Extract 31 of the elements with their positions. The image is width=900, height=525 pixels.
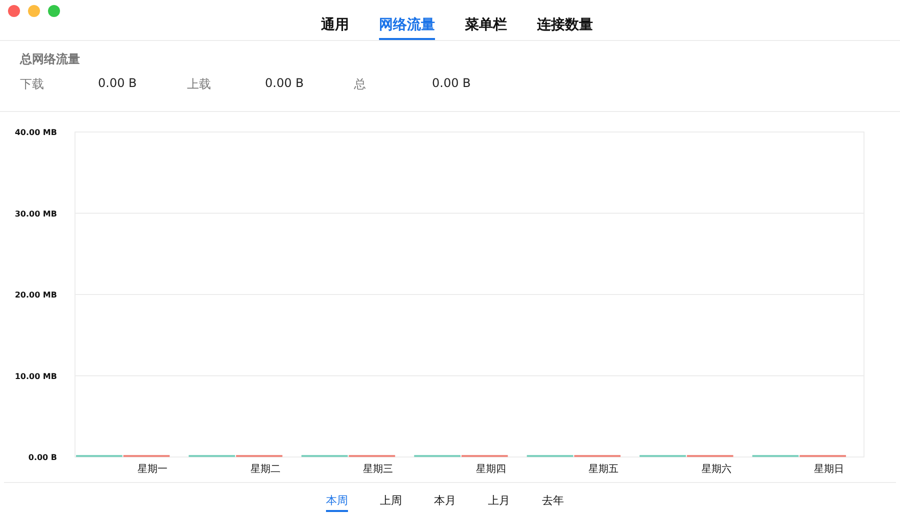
zoom-button[interactable] bbox=[48, 5, 60, 17]
period-tab[interactable]: 去年 bbox=[542, 493, 564, 512]
axis-label: 星期六 bbox=[701, 464, 732, 475]
axis-label: 星期五 bbox=[588, 464, 619, 475]
axis-label: 星期四 bbox=[476, 464, 506, 475]
period-tab[interactable]: 本周 bbox=[326, 493, 348, 512]
tab[interactable]: 网络流量 bbox=[379, 16, 435, 40]
stat-label: 下载 bbox=[20, 76, 45, 93]
tab[interactable]: 通用 bbox=[321, 16, 349, 40]
stat-label: 上载 bbox=[187, 76, 212, 93]
axis-label: 星期三 bbox=[363, 464, 394, 475]
minimize-button[interactable] bbox=[28, 5, 40, 17]
period-tab[interactable]: 上月 bbox=[488, 493, 510, 512]
section-title: 总网络流量 bbox=[20, 51, 81, 68]
close-button[interactable] bbox=[8, 5, 20, 17]
tab[interactable]: 菜单栏 bbox=[465, 16, 507, 40]
stat-value: 0.00 B bbox=[265, 76, 304, 92]
axis-label: 星期一 bbox=[138, 464, 168, 475]
axis-label: 0.00 B bbox=[28, 453, 57, 462]
axis-label: 30.00 MB bbox=[14, 209, 57, 218]
period-tab[interactable]: 上周 bbox=[380, 493, 402, 512]
axis-label: 20.00 MB bbox=[14, 290, 57, 300]
axis-label: 星期二 bbox=[250, 464, 280, 475]
axis-label: 40.00 MB bbox=[14, 128, 57, 137]
tab[interactable]: 连接数量 bbox=[537, 16, 593, 40]
axis-label: 10.00 MB bbox=[14, 372, 57, 381]
stat-label: 总 bbox=[354, 76, 367, 93]
axis-label: 星期日 bbox=[814, 464, 844, 475]
stat-value: 0.00 B bbox=[98, 76, 137, 92]
stat-value: 0.00 B bbox=[432, 76, 471, 92]
period-tab[interactable]: 本月 bbox=[434, 493, 456, 512]
